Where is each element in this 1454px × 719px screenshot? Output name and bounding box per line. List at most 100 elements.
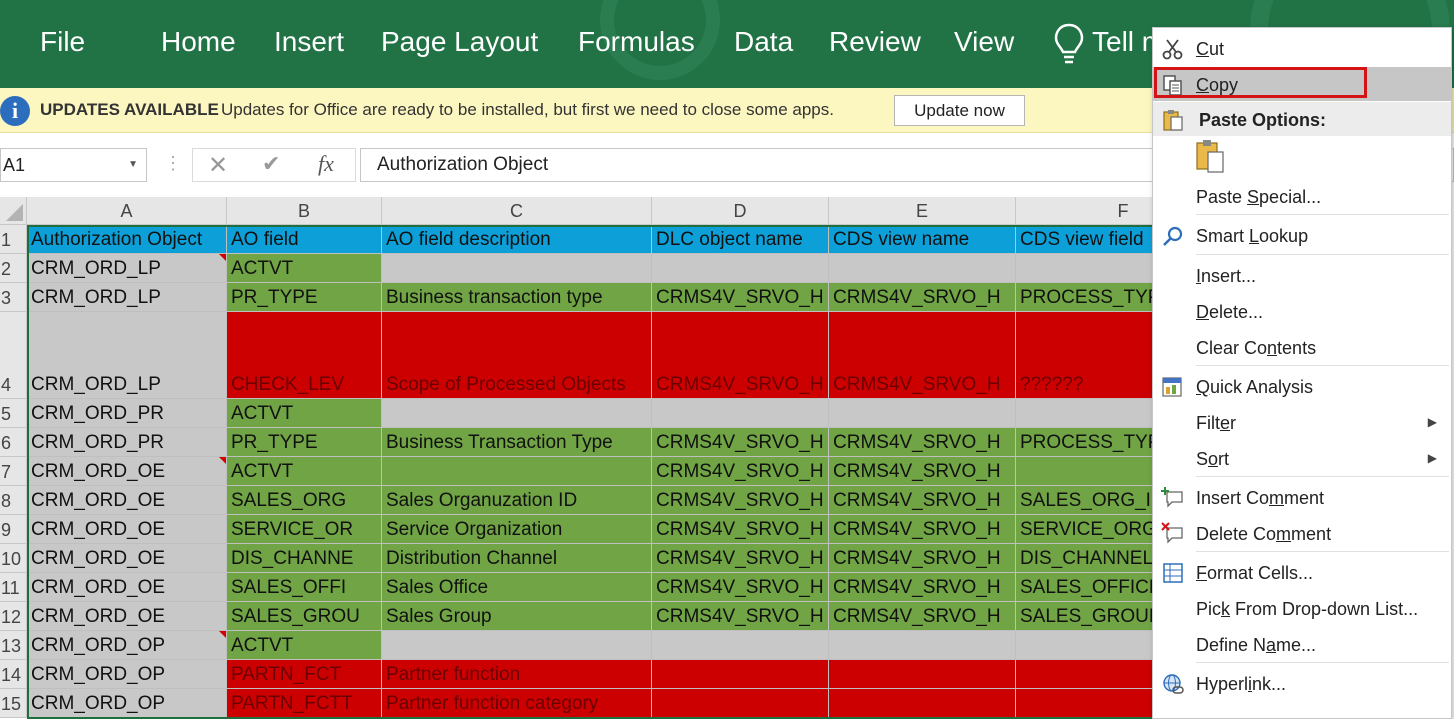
table-cell[interactable]: CRMS4V_SRVO_H	[652, 544, 829, 573]
table-cell[interactable]	[652, 631, 829, 660]
menu-item-define-name[interactable]: Define Name...	[1153, 627, 1451, 661]
table-cell[interactable]: Sales Organuzation ID	[382, 486, 652, 515]
table-cell[interactable]: ACTVT	[227, 631, 382, 660]
header-cell[interactable]: CDS view name	[829, 225, 1016, 254]
table-cell[interactable]: CRMS4V_SRVO_H	[652, 515, 829, 544]
table-cell[interactable]: CRMS4V_SRVO_H	[829, 515, 1016, 544]
drag-handle-icon[interactable]: ⋮	[164, 153, 182, 174]
menu-item-paste-special[interactable]: Paste Special...	[1153, 179, 1451, 213]
table-cell[interactable]: CRM_ORD_LP	[27, 283, 227, 312]
table-cell[interactable]	[652, 689, 829, 718]
row-header[interactable]: 8	[0, 486, 27, 515]
row-header[interactable]: 14	[0, 660, 27, 689]
row-header[interactable]: 13	[0, 631, 27, 660]
row-header[interactable]: 11	[0, 573, 27, 602]
row-header[interactable]: 5	[0, 399, 27, 428]
row-header[interactable]: 7	[0, 457, 27, 486]
header-cell[interactable]: Authorization Object	[27, 225, 227, 254]
lightbulb-icon[interactable]	[1052, 22, 1086, 66]
table-cell[interactable]: PARTN_FCT	[227, 660, 382, 689]
tab-home[interactable]: Home	[161, 26, 236, 58]
tab-file[interactable]: File	[40, 26, 85, 58]
table-cell[interactable]: ACTVT	[227, 457, 382, 486]
tab-view[interactable]: View	[954, 26, 1014, 58]
tab-page-layout[interactable]: Page Layout	[381, 26, 538, 58]
column-header-d[interactable]: D	[652, 197, 829, 225]
table-cell[interactable]: CRM_ORD_PR	[27, 428, 227, 457]
tab-data[interactable]: Data	[734, 26, 793, 58]
table-cell[interactable]: CRMS4V_SRVO_H	[829, 602, 1016, 631]
table-cell[interactable]	[382, 631, 652, 660]
enter-icon[interactable]: ✔	[262, 151, 280, 177]
tab-review[interactable]: Review	[829, 26, 921, 58]
table-cell[interactable]: CRMS4V_SRVO_H	[829, 283, 1016, 312]
table-cell[interactable]: CRMS4V_SRVO_H	[829, 544, 1016, 573]
row-header[interactable]: 3	[0, 283, 27, 312]
menu-item-filter[interactable]: Filter ▶	[1153, 405, 1451, 439]
row-header[interactable]: 6	[0, 428, 27, 457]
table-cell[interactable]: CRM_ORD_LP	[27, 312, 227, 399]
table-cell[interactable]: DIS_CHANNE	[227, 544, 382, 573]
column-header-a[interactable]: A	[27, 197, 227, 225]
table-cell[interactable]: CRM_ORD_PR	[27, 399, 227, 428]
table-cell[interactable]: CRMS4V_SRVO_H	[652, 602, 829, 631]
table-cell[interactable]: CRM_ORD_OE	[27, 573, 227, 602]
chevron-down-icon[interactable]: ▼	[128, 149, 138, 181]
menu-item-cut[interactable]: Cut	[1153, 31, 1451, 65]
table-cell[interactable]	[829, 660, 1016, 689]
table-cell[interactable]: CRM_ORD_OP	[27, 631, 227, 660]
table-cell[interactable]: CRMS4V_SRVO_H	[829, 486, 1016, 515]
menu-item-clear-contents[interactable]: Clear Contents	[1153, 330, 1451, 364]
table-cell[interactable]: ACTVT	[227, 254, 382, 283]
table-cell[interactable]: CRM_ORD_OE	[27, 457, 227, 486]
column-header-c[interactable]: C	[382, 197, 652, 225]
table-cell[interactable]: CRMS4V_SRVO_H	[652, 457, 829, 486]
menu-item-insert-comment[interactable]: Insert Comment	[1153, 480, 1451, 514]
menu-item-copy[interactable]: Copy	[1153, 67, 1451, 101]
table-cell[interactable]: Partner function category	[382, 689, 652, 718]
menu-item-quick-analysis[interactable]: Quick Analysis	[1153, 369, 1451, 403]
table-cell[interactable]: Sales Group	[382, 602, 652, 631]
table-cell[interactable]: SALES_OFFI	[227, 573, 382, 602]
table-cell[interactable]: ACTVT	[227, 399, 382, 428]
table-cell[interactable]: Business transaction type	[382, 283, 652, 312]
table-cell[interactable]: Service Organization	[382, 515, 652, 544]
row-header[interactable]: 1	[0, 225, 27, 254]
table-cell[interactable]: CRMS4V_SRVO_H	[829, 573, 1016, 602]
cancel-icon[interactable]: ✕	[208, 151, 228, 180]
table-cell[interactable]: CRMS4V_SRVO_H	[829, 457, 1016, 486]
table-cell[interactable]: CRMS4V_SRVO_H	[652, 312, 829, 399]
menu-item-sort[interactable]: Sort ▶	[1153, 441, 1451, 475]
name-box[interactable]: A1 ▼	[0, 148, 147, 182]
table-cell[interactable]	[652, 660, 829, 689]
table-cell[interactable]	[652, 254, 829, 283]
column-header-b[interactable]: B	[227, 197, 382, 225]
menu-item-hyperlink[interactable]: Hyperlink...	[1153, 666, 1451, 700]
table-cell[interactable]: Scope of Processed Objects	[382, 312, 652, 399]
table-cell[interactable]: CRM_ORD_OP	[27, 689, 227, 718]
table-cell[interactable]	[382, 399, 652, 428]
table-cell[interactable]	[382, 457, 652, 486]
table-cell[interactable]: PR_TYPE	[227, 283, 382, 312]
update-now-button[interactable]: Update now	[894, 95, 1025, 126]
table-cell[interactable]: CRMS4V_SRVO_H	[829, 312, 1016, 399]
menu-item-pick-from-list[interactable]: Pick From Drop-down List...	[1153, 591, 1451, 625]
row-header[interactable]: 4	[0, 312, 27, 399]
table-cell[interactable]: CRMS4V_SRVO_H	[652, 283, 829, 312]
table-cell[interactable]: SALES_GROU	[227, 602, 382, 631]
table-cell[interactable]: Partner function	[382, 660, 652, 689]
table-cell[interactable]	[829, 689, 1016, 718]
table-cell[interactable]: SALES_ORG	[227, 486, 382, 515]
row-header[interactable]: 2	[0, 254, 27, 283]
table-cell[interactable]: Sales Office	[382, 573, 652, 602]
table-cell[interactable]	[829, 254, 1016, 283]
table-cell[interactable]: PARTN_FCTT	[227, 689, 382, 718]
table-cell[interactable]	[382, 254, 652, 283]
insert-function-icon[interactable]: fx	[318, 151, 334, 177]
header-cell[interactable]: DLC object name	[652, 225, 829, 254]
table-cell[interactable]: PR_TYPE	[227, 428, 382, 457]
select-all-button[interactable]	[0, 197, 27, 225]
table-cell[interactable]: CRM_ORD_LP	[27, 254, 227, 283]
menu-item-format-cells[interactable]: Format Cells...	[1153, 555, 1451, 589]
tab-formulas[interactable]: Formulas	[578, 26, 695, 58]
